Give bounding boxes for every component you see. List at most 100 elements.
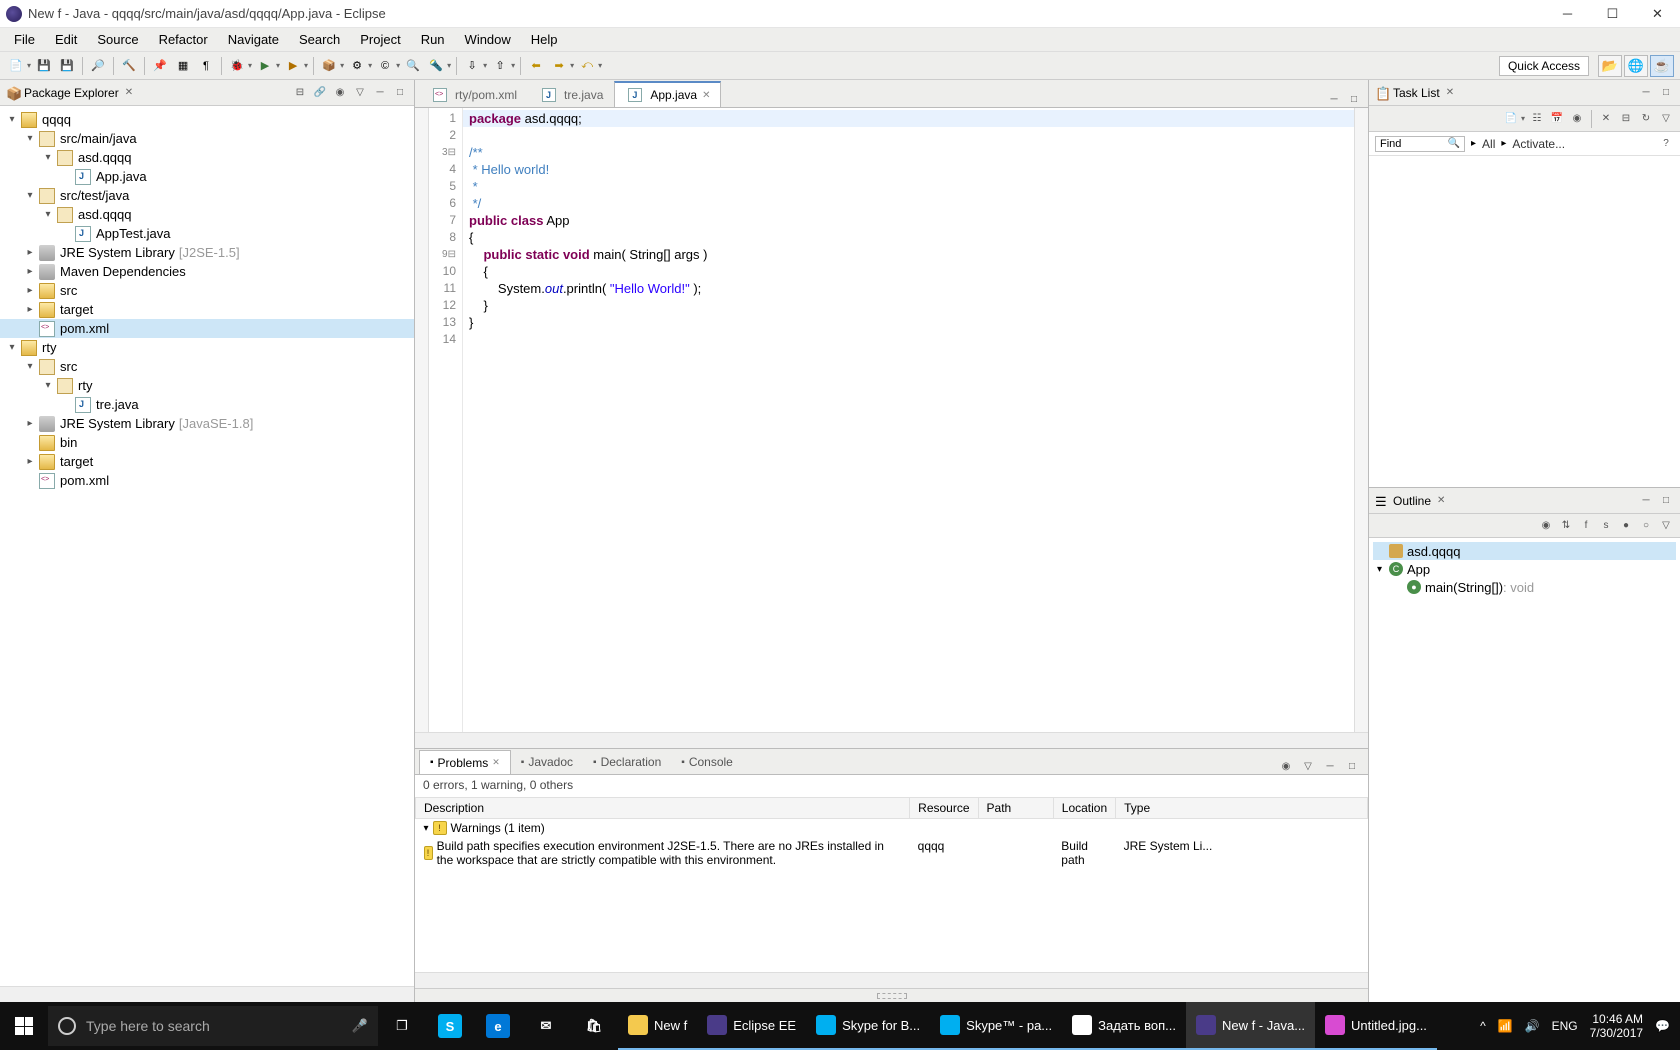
open-task-button[interactable]: 🔍 bbox=[403, 56, 423, 76]
tree-node[interactable]: ▾rty bbox=[0, 376, 414, 395]
task-list-body[interactable] bbox=[1369, 156, 1680, 487]
back-button[interactable]: ⬅ bbox=[526, 56, 546, 76]
bottom-tab-javadoc[interactable]: ▪ Javadoc bbox=[511, 750, 583, 774]
menu-refactor[interactable]: Refactor bbox=[149, 28, 218, 51]
tree-node[interactable]: App.java bbox=[0, 167, 414, 186]
tree-node[interactable]: ▸target bbox=[0, 300, 414, 319]
help-icon[interactable]: ? bbox=[1658, 136, 1674, 152]
task-view-button[interactable]: ❐ bbox=[378, 1002, 426, 1050]
filter-all-link[interactable]: All bbox=[1482, 137, 1495, 151]
java-perspective-button[interactable]: ☕ bbox=[1650, 55, 1674, 77]
new-java-button[interactable]: 📦 bbox=[319, 56, 339, 76]
mail-pin-icon[interactable]: ✉ bbox=[522, 1002, 570, 1050]
horizontal-scrollbar[interactable] bbox=[0, 986, 414, 1002]
tree-node[interactable]: ▾asd.qqqq bbox=[0, 205, 414, 224]
java-ee-perspective-button[interactable]: 🌐 bbox=[1624, 55, 1648, 77]
open-perspective-button[interactable]: 📂 bbox=[1598, 55, 1622, 77]
editor-tab[interactable]: rty/pom.xml bbox=[419, 81, 528, 107]
tree-node[interactable]: ▾asd.qqqq bbox=[0, 148, 414, 167]
tree-node[interactable]: bin bbox=[0, 433, 414, 452]
menu-edit[interactable]: Edit bbox=[45, 28, 87, 51]
store-pin-icon[interactable]: 🛍 bbox=[570, 1002, 618, 1050]
minimize-editor-icon[interactable]: ─ bbox=[1326, 91, 1342, 107]
tree-node[interactable]: tre.java bbox=[0, 395, 414, 414]
search-button[interactable]: 🔦 bbox=[426, 56, 446, 76]
coverage-button[interactable]: ▶ bbox=[283, 56, 303, 76]
tray-chevron-icon[interactable]: ^ bbox=[1480, 1019, 1486, 1033]
taskbar-app[interactable]: Skype™ - pa... bbox=[930, 1002, 1062, 1050]
tree-node[interactable]: ▸JRE System Library[J2SE-1.5] bbox=[0, 243, 414, 262]
new-class-button[interactable]: © bbox=[375, 56, 395, 76]
clock[interactable]: 10:46 AM 7/30/2017 bbox=[1590, 1012, 1643, 1040]
task-find-input[interactable]: Find🔍 bbox=[1375, 136, 1465, 152]
column-location[interactable]: Location bbox=[1053, 798, 1115, 819]
hide-icon[interactable]: ✕ bbox=[1598, 111, 1614, 127]
open-type-button[interactable]: 🔎 bbox=[88, 56, 108, 76]
volume-icon[interactable]: 🔊 bbox=[1525, 1019, 1540, 1033]
maximize-icon[interactable]: □ bbox=[392, 85, 408, 101]
language-indicator[interactable]: ENG bbox=[1552, 1019, 1578, 1033]
view-menu-icon[interactable]: ▽ bbox=[352, 85, 368, 101]
menu-search[interactable]: Search bbox=[289, 28, 350, 51]
tree-node[interactable]: ▾src/test/java bbox=[0, 186, 414, 205]
overview-ruler[interactable] bbox=[1354, 108, 1368, 732]
skype-pin-icon[interactable]: S bbox=[426, 1002, 474, 1050]
tree-node[interactable]: ▸target bbox=[0, 452, 414, 471]
tree-node[interactable]: pom.xml bbox=[0, 319, 414, 338]
focus-task-icon[interactable]: ◉ bbox=[332, 85, 348, 101]
bp-minimize-icon[interactable]: ─ bbox=[1322, 758, 1338, 774]
taskbar-app[interactable]: Untitled.jpg... bbox=[1315, 1002, 1437, 1050]
menu-help[interactable]: Help bbox=[521, 28, 568, 51]
close-view-icon[interactable]: ✕ bbox=[125, 87, 133, 98]
sort-icon[interactable]: ⇅ bbox=[1558, 518, 1574, 534]
notifications-icon[interactable]: 💬 bbox=[1655, 1019, 1670, 1033]
taskbar-app[interactable]: Eclipse EE bbox=[697, 1002, 806, 1050]
maximize-editor-icon[interactable]: □ bbox=[1346, 91, 1362, 107]
sync-icon[interactable]: ↻ bbox=[1638, 111, 1654, 127]
show-whitespace-button[interactable]: ¶ bbox=[196, 56, 216, 76]
close-view-icon[interactable]: ✕ bbox=[1446, 87, 1454, 98]
hide-local-icon[interactable]: ○ bbox=[1638, 518, 1654, 534]
outline-node[interactable]: ▾CApp bbox=[1373, 560, 1676, 578]
taskbar-app[interactable]: Задать воп... bbox=[1062, 1002, 1186, 1050]
tree-node[interactable]: AppTest.java bbox=[0, 224, 414, 243]
problems-h-scrollbar[interactable] bbox=[415, 972, 1368, 988]
taskbar-app[interactable]: New f - Java... bbox=[1186, 1002, 1315, 1050]
taskbar-app[interactable]: New f bbox=[618, 1002, 697, 1050]
link-editor-icon[interactable]: 🔗 bbox=[312, 85, 328, 101]
tree-node[interactable]: pom.xml bbox=[0, 471, 414, 490]
next-annotation-button[interactable]: ⇩ bbox=[462, 56, 482, 76]
tree-node[interactable]: ▸src bbox=[0, 281, 414, 300]
bottom-tab-console[interactable]: ▪ Console bbox=[671, 750, 743, 774]
menu-source[interactable]: Source bbox=[87, 28, 148, 51]
toggle-block-button[interactable]: ▦ bbox=[173, 56, 193, 76]
tl-maximize-icon[interactable]: □ bbox=[1658, 85, 1674, 101]
save-button[interactable]: 💾 bbox=[34, 56, 54, 76]
collapse-icon[interactable]: ⊟ bbox=[1618, 111, 1634, 127]
focus-ws-icon[interactable]: ◉ bbox=[1569, 111, 1585, 127]
trim-bar[interactable] bbox=[415, 988, 1368, 1002]
code-area[interactable]: package asd.qqqq; /** * Hello world! * *… bbox=[463, 108, 1354, 732]
edge-pin-icon[interactable]: e bbox=[474, 1002, 522, 1050]
last-edit-button[interactable]: ⤺ bbox=[577, 56, 597, 76]
tree-node[interactable]: ▾rty bbox=[0, 338, 414, 357]
editor-body[interactable]: 123⊟456789⊟1011121314 package asd.qqqq; … bbox=[415, 108, 1368, 732]
tl-minimize-icon[interactable]: ─ bbox=[1638, 85, 1654, 101]
quick-access[interactable]: Quick Access bbox=[1499, 56, 1589, 76]
hide-static-icon[interactable]: s bbox=[1598, 518, 1614, 534]
editor-tab[interactable]: App.java✕ bbox=[614, 81, 721, 107]
maximize-button[interactable]: ☐ bbox=[1590, 0, 1635, 28]
menu-window[interactable]: Window bbox=[455, 28, 521, 51]
focus-active-icon[interactable]: ◉ bbox=[1538, 518, 1554, 534]
marker-gutter[interactable] bbox=[415, 108, 429, 732]
network-icon[interactable]: 📶 bbox=[1498, 1019, 1513, 1033]
tree-node[interactable]: ▾qqqq bbox=[0, 110, 414, 129]
tree-node[interactable]: ▾src bbox=[0, 357, 414, 376]
ol-maximize-icon[interactable]: □ bbox=[1658, 493, 1674, 509]
package-tree[interactable]: ▾qqqq▾src/main/java▾asd.qqqqApp.java▾src… bbox=[0, 106, 414, 986]
scheduled-icon[interactable]: 📅 bbox=[1549, 111, 1565, 127]
hide-nonpublic-icon[interactable]: ● bbox=[1618, 518, 1634, 534]
outline-node[interactable]: asd.qqqq bbox=[1373, 542, 1676, 560]
focus-icon[interactable]: ◉ bbox=[1278, 758, 1294, 774]
column-type[interactable]: Type bbox=[1116, 798, 1368, 819]
